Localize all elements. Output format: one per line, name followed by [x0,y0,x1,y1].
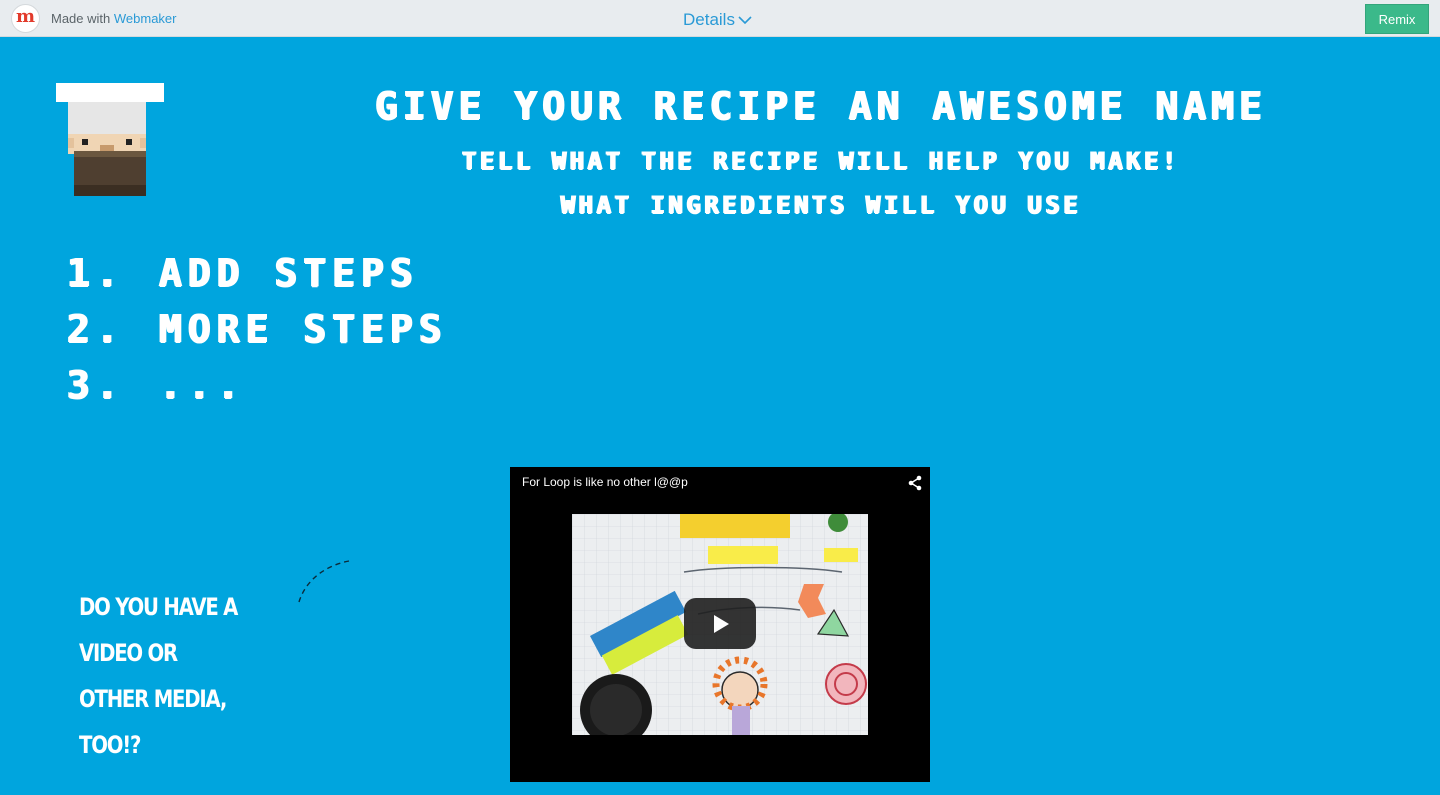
dashed-arrow-icon [298,560,350,603]
remix-button[interactable]: Remix [1365,4,1429,34]
chevron-down-icon [738,16,752,25]
made-with-label: Made with Webmaker [51,11,177,26]
play-button[interactable] [684,598,756,649]
details-toggle[interactable]: Details [683,10,752,30]
note-line-2: other media, too!? [79,685,227,759]
steps-list: 1. Add steps 2. More steps 3.... [66,245,447,413]
step-number: 1. [66,251,124,295]
recipe-subtitle: Tell what the recipe will help you make! [461,147,1179,175]
step-text: More steps [158,307,447,351]
step-text: Add steps [158,251,418,295]
logo-letter: m [15,6,36,27]
step-text: ... [158,363,245,407]
video-title[interactable]: For Loop is like no other l@@p [522,475,688,489]
webmaker-topbar: m Made with Webmaker Details Remix [0,0,1440,37]
made-with-text: Made with [51,11,111,26]
note-line-1: Do you have a video or [79,593,238,667]
play-icon [714,614,729,633]
media-prompt-note: Do you have a video or other media, too!… [79,584,292,768]
step-number: 3. [66,363,124,407]
video-embed[interactable]: For Loop is like no other l@@p [510,467,930,782]
step-item: 3.... [66,357,447,413]
recipe-title: Give your recipe an awesome name [373,84,1267,128]
webmaker-link[interactable]: Webmaker [114,11,177,26]
step-number: 2. [66,307,124,351]
recipe-ingredients: What ingredients will you use [559,191,1081,219]
webmaker-logo[interactable]: m [11,4,40,33]
step-item: 2. More steps [66,301,447,357]
details-label: Details [683,10,735,29]
share-icon[interactable] [907,475,923,491]
step-item: 1. Add steps [66,245,447,301]
